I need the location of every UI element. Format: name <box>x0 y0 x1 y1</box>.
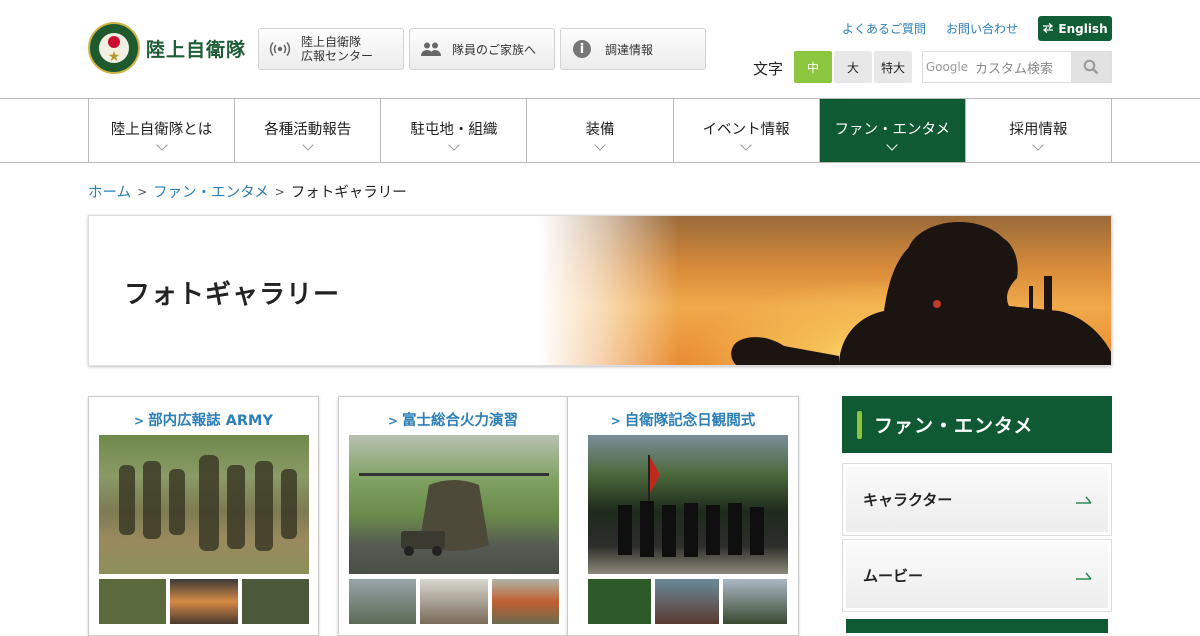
chevron-down-icon <box>594 139 606 151</box>
english-label: English <box>1058 21 1108 36</box>
radio-wave-icon <box>269 38 291 60</box>
english-button[interactable]: English <box>1038 16 1112 41</box>
soldiers-marching-photo[interactable] <box>99 435 309 574</box>
swap-arrows-icon <box>1042 22 1054 36</box>
font-size-medium-button[interactable]: 中 <box>794 51 832 83</box>
nav-label: 各種活動報告 <box>264 122 352 138</box>
gallery-thumbnail[interactable] <box>723 579 787 624</box>
thumbnail-strip <box>349 579 559 624</box>
thumbnail-strip <box>99 579 309 624</box>
chevron-down-icon <box>740 139 752 151</box>
gallery-card-title[interactable]: 部内広報誌 ARMY <box>148 413 273 429</box>
nav-recruitment[interactable]: 採用情報 <box>966 99 1112 162</box>
pr-center-line1: 陸上自衛隊 <box>301 35 362 49</box>
contact-link[interactable]: お問い合わせ <box>946 20 1018 37</box>
chevron-down-icon <box>448 139 460 151</box>
parade-photo[interactable] <box>588 435 788 574</box>
gsdf-emblem-icon: ★ <box>88 22 140 74</box>
chevron-right-icon: > <box>134 414 145 428</box>
thumbnail-strip <box>588 579 787 624</box>
sidebar-item-character[interactable]: キャラクター <box>842 463 1112 536</box>
pr-center-line2: 広報センター <box>301 49 374 63</box>
breadcrumb-home[interactable]: ホーム <box>88 181 131 202</box>
gallery-thumbnail[interactable] <box>655 579 719 624</box>
chevron-down-icon <box>886 139 898 151</box>
nav-events[interactable]: イベント情報 <box>674 99 820 162</box>
nav-label: 駐屯地・組織 <box>410 122 498 138</box>
breadcrumb: ホーム > ファン・エンタメ > フォトギャラリー <box>88 181 407 202</box>
sidebar-item-label: ムービー <box>863 567 924 585</box>
breadcrumb-separator: > <box>137 184 148 199</box>
pr-center-link[interactable]: 陸上自衛隊 広報センター <box>258 28 404 70</box>
google-brand-label: Google <box>925 60 969 74</box>
nav-about[interactable]: 陸上自衛隊とは <box>89 99 236 162</box>
family-link-label: 隊員のご家族へ <box>452 42 537 57</box>
search-button[interactable] <box>1071 52 1111 82</box>
gallery-card-title[interactable]: 富士総合火力演習 <box>402 413 518 429</box>
sidebar-item-label: キャラクター <box>863 491 953 509</box>
breadcrumb-parent[interactable]: ファン・エンタメ <box>153 181 269 202</box>
gallery-card-fuji-firepower[interactable]: > 富士総合火力演習 <box>338 396 568 636</box>
gallery-thumbnail[interactable] <box>349 579 416 624</box>
sidebar-item-movie[interactable]: ムービー <box>842 539 1112 612</box>
nav-label: 装備 <box>585 122 615 138</box>
page-title: フォトギャラリー <box>124 280 341 310</box>
arrow-right-icon <box>1075 566 1093 585</box>
chevron-right-icon: > <box>387 414 399 428</box>
info-icon: i <box>573 40 591 58</box>
people-icon <box>420 38 442 60</box>
breadcrumb-separator: > <box>274 184 285 199</box>
helicopter-photo[interactable] <box>349 435 559 574</box>
nav-label: 採用情報 <box>1009 122 1068 138</box>
nav-fan-entertainment[interactable]: ファン・エンタメ <box>819 99 966 162</box>
faq-link[interactable]: よくあるご質問 <box>842 20 926 37</box>
font-size-xlarge-button[interactable]: 特大 <box>874 51 912 83</box>
gallery-thumbnail[interactable] <box>492 579 559 624</box>
breadcrumb-current: フォトギャラリー <box>290 185 407 201</box>
gallery-card-review-ceremony[interactable]: > 自衛隊記念日観閲式 <box>567 396 799 636</box>
font-size-large-button[interactable]: 大 <box>834 51 872 83</box>
site-header: ★ 陸上自衛隊 陸上自衛隊 広報センター 隊員のご家族へ i 調達情報 よくある… <box>0 0 1200 98</box>
page-hero: フォトギャラリー <box>88 215 1112 366</box>
nav-activities[interactable]: 各種活動報告 <box>235 99 382 162</box>
chevron-down-icon <box>302 139 314 151</box>
family-link[interactable]: 隊員のご家族へ <box>409 28 555 70</box>
gallery-card-army-magazine[interactable]: > 部内広報誌 ARMY <box>88 396 319 636</box>
nav-label: ファン・エンタメ <box>834 122 951 138</box>
procurement-link[interactable]: i 調達情報 <box>560 28 706 70</box>
font-size-label: 文字 <box>753 60 784 78</box>
gallery-card-title[interactable]: 自衛隊記念日観閲式 <box>625 413 756 429</box>
nav-equipment[interactable]: 装備 <box>527 99 674 162</box>
global-nav: 陸上自衛隊とは 各種活動報告 駐屯地・組織 装備 イベント情報 ファン・エンタメ… <box>0 98 1200 163</box>
chevron-right-icon: > <box>610 414 621 428</box>
search-input[interactable]: カスタム検索 <box>971 52 1071 82</box>
chevron-down-icon <box>155 139 168 151</box>
gallery-thumbnail[interactable] <box>420 579 488 624</box>
sidebar-heading: ファン・エンタメ <box>842 396 1112 453</box>
gallery-thumbnail[interactable] <box>588 579 651 624</box>
gallery-thumbnail[interactable] <box>170 579 238 624</box>
sidebar-next-item[interactable] <box>846 619 1108 633</box>
nav-label: イベント情報 <box>702 122 790 138</box>
arrow-right-icon <box>1075 490 1093 509</box>
site-name: 陸上自衛隊 <box>146 38 247 61</box>
nav-garrisons[interactable]: 駐屯地・組織 <box>381 99 528 162</box>
nav-label: 陸上自衛隊とは <box>110 122 213 138</box>
utility-links: よくあるご質問 お問い合わせ <box>842 20 1018 37</box>
sidebar-title: ファン・エンタメ <box>874 415 1034 437</box>
site-logo[interactable]: ★ 陸上自衛隊 <box>88 22 246 74</box>
chevron-down-icon <box>1032 139 1045 151</box>
gallery-thumbnail[interactable] <box>242 579 309 624</box>
gallery-thumbnail[interactable] <box>99 579 166 624</box>
search-icon <box>1083 59 1099 75</box>
site-search: Google カスタム検索 <box>922 51 1112 83</box>
procurement-link-label: 調達情報 <box>605 42 654 57</box>
